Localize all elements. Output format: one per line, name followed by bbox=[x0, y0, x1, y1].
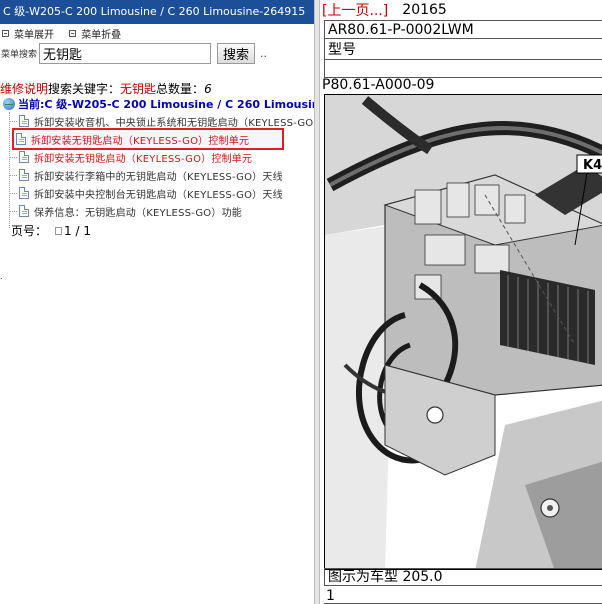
figure-code: P80.61-A000-09 bbox=[322, 77, 435, 93]
tree-connector bbox=[9, 174, 17, 176]
document-icon bbox=[19, 187, 29, 199]
summary-keyword-label: 搜索关键字： bbox=[48, 82, 121, 96]
page-number: 1 bbox=[326, 588, 335, 604]
expand-menu-button[interactable]: 菜单展开 bbox=[2, 26, 54, 41]
document-icon bbox=[19, 151, 29, 163]
tree-item-label: 拆卸安装行李箱中的无钥匙启动（KEYLESS-GO）天线 bbox=[34, 171, 283, 183]
tree-item[interactable]: 拆卸安装中央控制台无钥匙启动（KEYLESS-GO）天线 bbox=[9, 184, 283, 202]
prev-row: [上一页...] 20165 bbox=[320, 0, 447, 20]
search-summary: 维修说明搜索关键字：无钥匙总数量：6 bbox=[0, 80, 212, 97]
document-code: AR80.61-P-0002LWM bbox=[324, 20, 602, 39]
search-row: 菜单搜索 搜索 .. bbox=[1, 42, 267, 64]
pager: 页号： 1 / 1 bbox=[11, 222, 91, 239]
tree-item[interactable]: 保养信息：无钥匙启动（KEYLESS-GO）功能 bbox=[9, 202, 242, 220]
model-label: 型号 bbox=[324, 38, 602, 60]
tree-item-label: 拆卸安装收音机、中央锁止系统和无钥匙启动（KEYLESS-GO） bbox=[34, 117, 314, 129]
previous-page-link[interactable]: [上一页...] bbox=[322, 0, 388, 20]
summary-count-label: 总数量： bbox=[156, 82, 205, 96]
expand-menu-label: 菜单展开 bbox=[14, 30, 54, 41]
tree-current-label: 当前:C 级-W205-C 200 Limousine / C 260 Limo… bbox=[18, 98, 314, 111]
tree-connector bbox=[9, 192, 17, 194]
app-root: C 级-W205-C 200 Limousine / C 260 Limousi… bbox=[0, 0, 602, 604]
tree-connector bbox=[9, 210, 17, 212]
menu-toolbar: 菜单展开 菜单折叠 bbox=[2, 26, 133, 41]
document-icon bbox=[19, 169, 29, 181]
globe-icon bbox=[3, 98, 15, 110]
figure-caption: 图示为车型 205.0 bbox=[324, 568, 602, 586]
summary-prefix: 维修说明 bbox=[0, 82, 49, 96]
document-pane: [上一页...] 20165 AR80.61-P-0002LWM 型号 P80.… bbox=[320, 0, 602, 604]
tree-item-label: 保养信息：无钥匙启动（KEYLESS-GO）功能 bbox=[34, 207, 242, 219]
search-button[interactable]: 搜索 bbox=[217, 42, 256, 64]
page-box-icon bbox=[55, 226, 63, 235]
tree-item-label: 拆卸安装无钥匙启动（KEYLESS-GO）控制单元 bbox=[31, 135, 250, 147]
repair-figure: K40 bbox=[324, 94, 602, 570]
document-icon bbox=[19, 115, 29, 127]
scroll-marker: . bbox=[0, 272, 3, 281]
summary-keyword: 无钥匙 bbox=[120, 82, 157, 96]
pager-label: 页号： bbox=[11, 224, 48, 238]
search-label: 菜单搜索 bbox=[1, 49, 38, 60]
collapse-menu-label: 菜单折叠 bbox=[81, 30, 122, 41]
search-ellipsis: .. bbox=[260, 46, 268, 60]
window-title-bar: C 级-W205-C 200 Limousine / C 260 Limousi… bbox=[0, 0, 314, 24]
figure-callout-label: K40 bbox=[583, 158, 602, 173]
previous-page-number: 20165 bbox=[402, 2, 447, 18]
tree-item[interactable]: 拆卸安装无钥匙启动（KEYLESS-GO）控制单元 bbox=[9, 148, 252, 166]
navigation-pane: C 级-W205-C 200 Limousine / C 260 Limousi… bbox=[0, 0, 314, 604]
collapse-menu-button[interactable]: 菜单折叠 bbox=[69, 26, 121, 41]
collapse-icon bbox=[69, 30, 77, 37]
tree-connector bbox=[9, 120, 17, 122]
pager-value[interactable]: 1 / 1 bbox=[64, 224, 91, 238]
tree-current-node[interactable]: 当前:C 级-W205-C 200 Limousine / C 260 Limo… bbox=[3, 96, 314, 112]
document-icon bbox=[19, 205, 29, 217]
document-info-table: AR80.61-P-0002LWM 型号 bbox=[324, 20, 602, 78]
model-value bbox=[324, 59, 602, 78]
tree-item-label: 拆卸安装中央控制台无钥匙启动（KEYLESS-GO）天线 bbox=[34, 189, 283, 201]
summary-count: 6 bbox=[204, 82, 212, 96]
tree-connector bbox=[9, 156, 17, 158]
engine-bay-illustration: K40 bbox=[325, 95, 602, 569]
tree-item-label: 拆卸安装无钥匙启动（KEYLESS-GO）控制单元 bbox=[34, 153, 253, 165]
search-input[interactable] bbox=[39, 42, 212, 64]
tree-item[interactable]: 拆卸安装行李箱中的无钥匙启动（KEYLESS-GO）天线 bbox=[9, 166, 283, 184]
expand-icon bbox=[2, 30, 9, 37]
tree-item[interactable]: 拆卸安装收音机、中央锁止系统和无钥匙启动（KEYLESS-GO） bbox=[9, 112, 314, 130]
document-icon bbox=[16, 133, 26, 145]
tree-item-selected[interactable]: 拆卸安装无钥匙启动（KEYLESS-GO）控制单元 bbox=[12, 128, 284, 150]
